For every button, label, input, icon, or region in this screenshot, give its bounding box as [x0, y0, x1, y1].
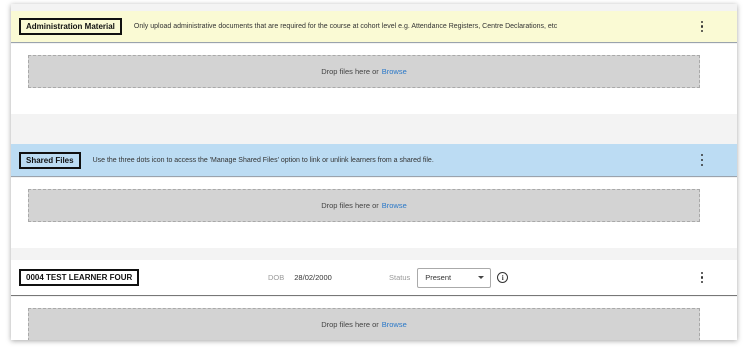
- learner-menu-button[interactable]: [699, 271, 705, 284]
- chevron-down-icon: [478, 276, 485, 279]
- admin-material-description: Only upload administrative documents tha…: [133, 23, 558, 30]
- shared-browse-link[interactable]: Browse: [382, 201, 407, 210]
- shared-files-description: Use the three dots icon to access the 'M…: [92, 156, 434, 164]
- dob-label: DOB: [268, 273, 285, 282]
- learner-dropzone[interactable]: Drop files here or Browse: [28, 308, 700, 340]
- kebab-menu-icon: [700, 25, 704, 28]
- shared-files-header: Shared Files Use the three dots icon to …: [11, 144, 737, 177]
- admin-browse-link[interactable]: Browse: [382, 67, 407, 76]
- kebab-menu-icon: [700, 163, 704, 166]
- shared-files-title: Shared Files: [19, 151, 81, 169]
- shared-files-dropzone[interactable]: Drop files here or Browse: [28, 189, 700, 222]
- kebab-menu-icon: [700, 271, 704, 274]
- admin-material-menu-button[interactable]: [699, 20, 705, 33]
- admin-material-body: Drop files here or Browse: [11, 44, 737, 114]
- admin-material-header: Administration Material Only upload admi…: [11, 11, 737, 43]
- status-select-value: Present: [425, 273, 452, 282]
- shared-files-menu-button[interactable]: [699, 154, 705, 166]
- learner-status: Status Present i: [389, 260, 509, 295]
- kebab-menu-icon: [700, 154, 704, 157]
- status-select[interactable]: Present: [417, 267, 492, 288]
- admin-material-dropzone[interactable]: Drop files here or Browse: [28, 55, 700, 88]
- dropzone-text: Drop files here or: [321, 320, 379, 329]
- dropzone-text: Drop files here or: [321, 67, 379, 76]
- learner-body: Drop files here or Browse: [11, 297, 737, 340]
- admin-material-title: Administration Material: [19, 18, 122, 35]
- learner-header: 0004 TEST LEARNER FOUR DOB 28/02/2000 St…: [11, 260, 737, 296]
- learner-name: 0004 TEST LEARNER FOUR: [19, 269, 140, 286]
- kebab-menu-icon: [700, 158, 704, 162]
- status-label: Status: [389, 273, 411, 282]
- course-files-panel: Administration Material Only upload admi…: [11, 4, 737, 340]
- shared-files-body: Drop files here or Browse: [11, 178, 737, 248]
- kebab-menu-icon: [700, 281, 704, 284]
- kebab-menu-icon: [700, 30, 704, 33]
- learner-browse-link[interactable]: Browse: [382, 320, 407, 329]
- info-icon[interactable]: i: [497, 272, 509, 283]
- kebab-menu-icon: [700, 20, 704, 23]
- kebab-menu-icon: [700, 276, 704, 279]
- dropzone-text: Drop files here or: [321, 201, 379, 210]
- dob-value: 28/02/2000: [294, 273, 332, 282]
- learner-dob: DOB 28/02/2000: [268, 260, 332, 295]
